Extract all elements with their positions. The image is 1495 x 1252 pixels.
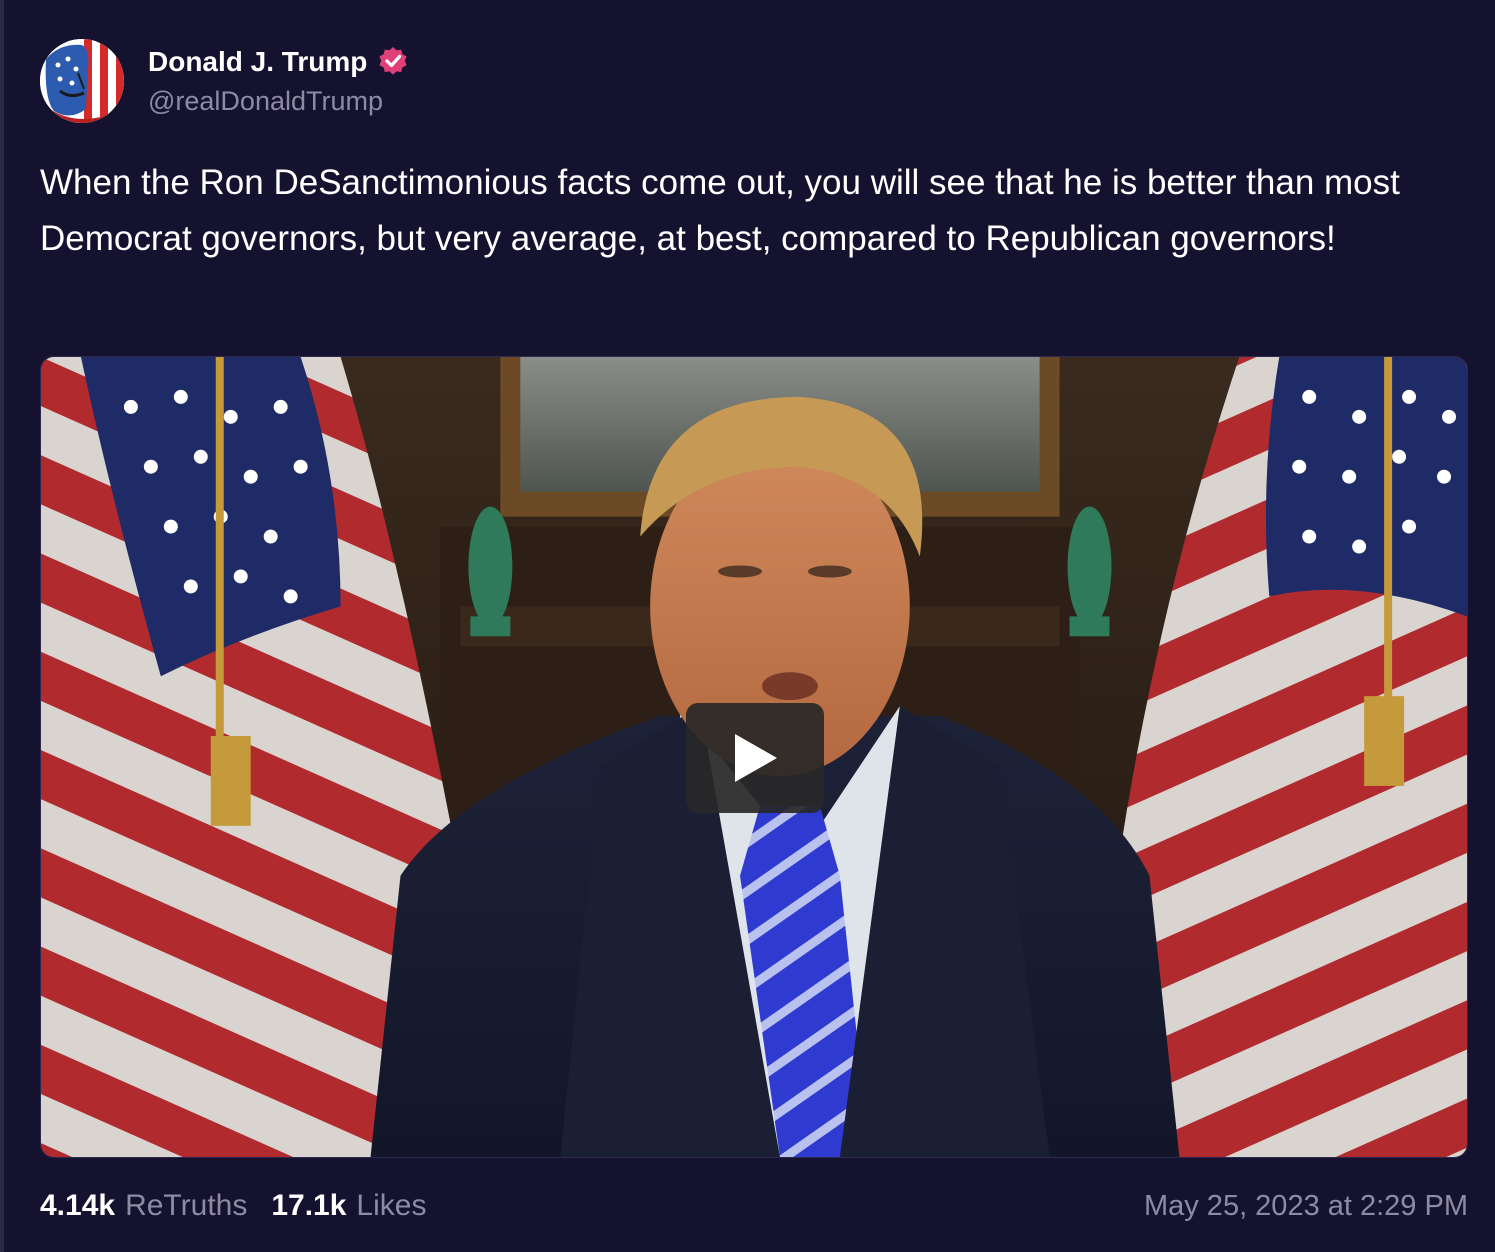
display-name-row: Donald J. Trump — [148, 46, 409, 78]
post-footer: 4.14k ReTruths 17.1k Likes May 25, 2023 … — [40, 1184, 1468, 1228]
post-header: Donald J. Trump @realDonaldTrump — [40, 36, 409, 126]
post-stats: 4.14k ReTruths 17.1k Likes — [40, 1189, 426, 1223]
post-body-text: When the Ron DeSanctimonious facts come … — [40, 163, 1400, 258]
video-thumbnail[interactable] — [40, 356, 1468, 1158]
author-names: Donald J. Trump @realDonaldTrump — [148, 46, 409, 117]
play-button[interactable] — [686, 703, 824, 813]
display-name[interactable]: Donald J. Trump — [148, 46, 367, 78]
avatar-image — [40, 39, 124, 123]
avatar[interactable] — [40, 39, 124, 123]
post-timestamp[interactable]: May 25, 2023 at 2:29 PM — [1144, 1190, 1468, 1223]
likes-label: Likes — [356, 1189, 427, 1222]
author-handle[interactable]: @realDonaldTrump — [148, 86, 409, 117]
likes-stat[interactable]: 17.1k Likes — [271, 1189, 426, 1223]
verified-badge-icon — [377, 46, 409, 78]
retruths-stat[interactable]: 4.14k ReTruths — [40, 1189, 247, 1223]
likes-count: 17.1k — [271, 1189, 347, 1222]
retruths-count: 4.14k — [40, 1189, 116, 1222]
play-icon — [735, 734, 777, 782]
post-card: Donald J. Trump @realDonaldTrump When th… — [0, 0, 1495, 1252]
retruths-label: ReTruths — [125, 1189, 248, 1222]
